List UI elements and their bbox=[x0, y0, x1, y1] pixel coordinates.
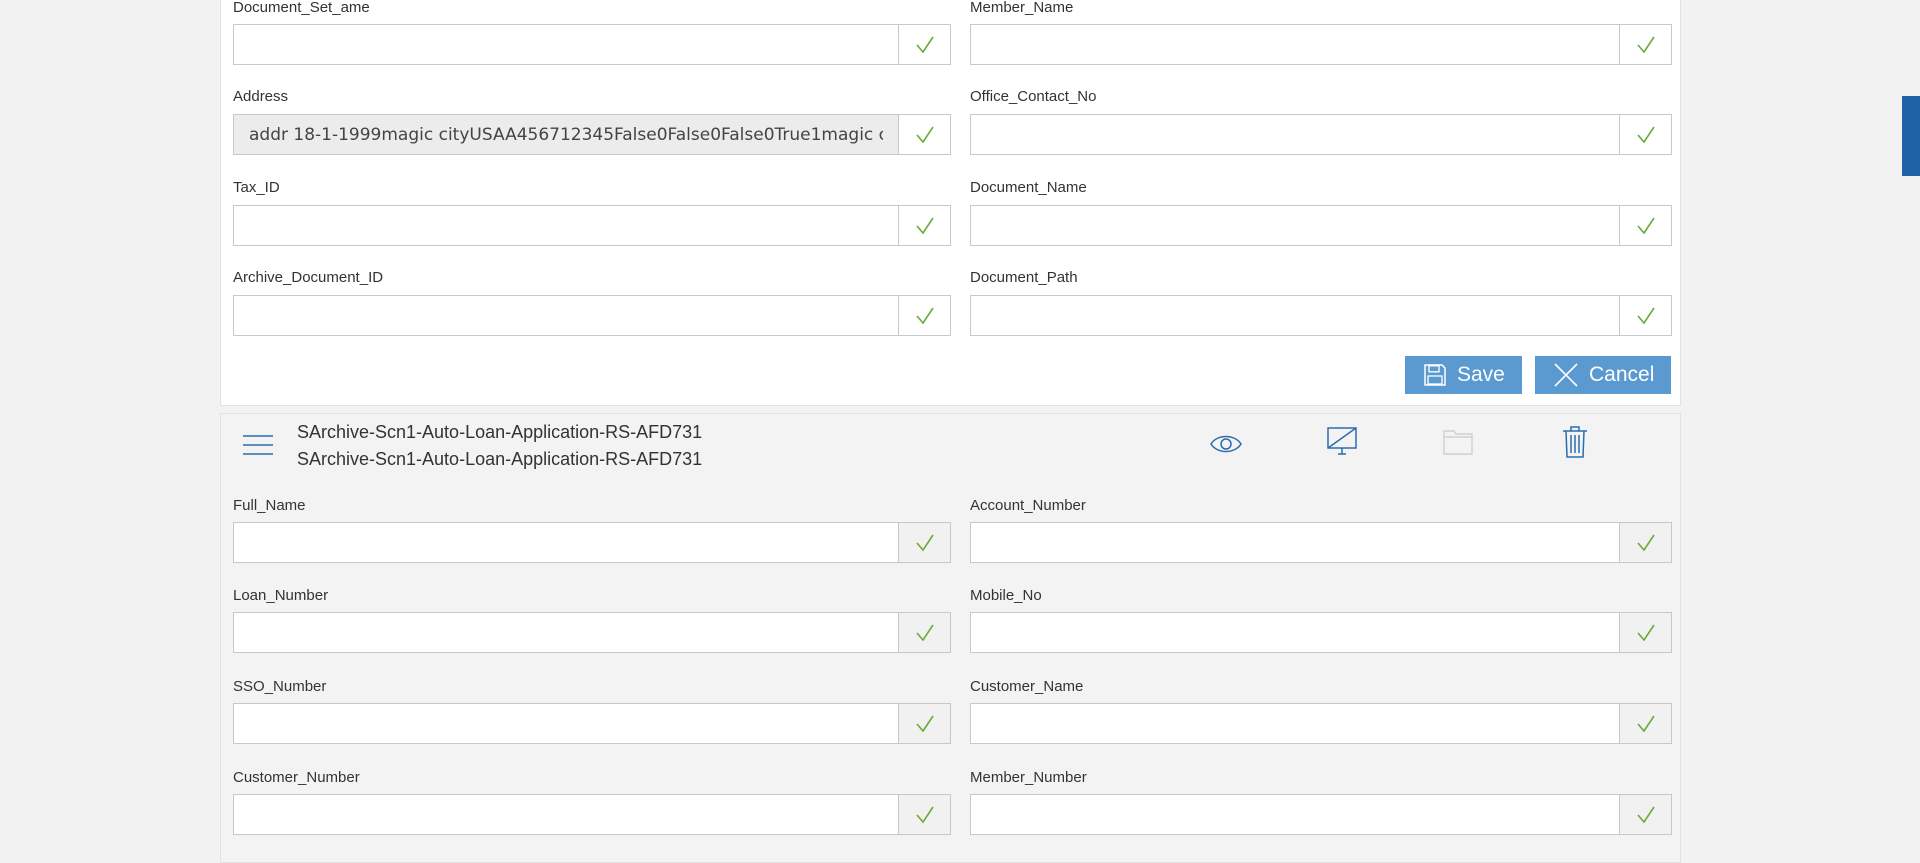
floppy-disk-icon bbox=[1424, 364, 1446, 386]
tax-id-field bbox=[233, 205, 951, 246]
document-item-panel: SArchive-Scn1-Auto-Loan-Application-RS-A… bbox=[220, 413, 1681, 863]
customer-number-field bbox=[233, 794, 951, 835]
checkmark-icon bbox=[915, 715, 934, 732]
field-label: Document_Path bbox=[970, 269, 1078, 286]
customer-name-field bbox=[970, 703, 1672, 744]
account-number-field bbox=[970, 522, 1672, 563]
field-label: Loan_Number bbox=[233, 587, 329, 604]
member-number-input[interactable] bbox=[971, 795, 1619, 834]
checkmark-icon bbox=[915, 534, 934, 551]
checkmark-icon bbox=[1636, 624, 1655, 641]
checkmark-icon bbox=[915, 624, 934, 641]
mobile-no-field bbox=[970, 612, 1672, 653]
document-path-field bbox=[970, 295, 1672, 336]
full-name-input[interactable] bbox=[234, 523, 898, 562]
office-contact-no-input[interactable] bbox=[971, 115, 1619, 154]
edit-form-panel: Document_Set_ame Member_Name Address Off… bbox=[220, 0, 1681, 406]
account-number-input[interactable] bbox=[971, 523, 1619, 562]
office-contact-no-field bbox=[970, 114, 1672, 155]
loan-number-input[interactable] bbox=[234, 613, 898, 652]
field-label: Document_Set_ame bbox=[233, 0, 370, 16]
confirm-check-button[interactable] bbox=[898, 523, 950, 562]
checkmark-icon bbox=[1636, 126, 1655, 143]
field-label: Tax_ID bbox=[233, 179, 280, 196]
field-label: Full_Name bbox=[233, 497, 306, 514]
sso-number-field bbox=[233, 703, 951, 744]
field-label: Customer_Number bbox=[233, 769, 360, 786]
confirm-check-button[interactable] bbox=[898, 296, 950, 335]
checkmark-icon bbox=[915, 217, 934, 234]
field-label: Office_Contact_No bbox=[970, 88, 1097, 105]
checkmark-icon bbox=[915, 36, 934, 53]
confirm-check-button[interactable] bbox=[898, 115, 950, 154]
document-name-field bbox=[970, 205, 1672, 246]
field-label: Member_Number bbox=[970, 769, 1087, 786]
member-number-field bbox=[970, 794, 1672, 835]
close-icon bbox=[1554, 363, 1578, 387]
confirm-check-button[interactable] bbox=[1619, 613, 1671, 652]
document-path-input[interactable] bbox=[971, 296, 1619, 335]
document-set-name-field bbox=[233, 24, 951, 65]
checkmark-icon bbox=[1636, 217, 1655, 234]
tax-id-input[interactable] bbox=[234, 206, 898, 245]
document-title-line1: SArchive-Scn1-Auto-Loan-Application-RS-A… bbox=[297, 422, 703, 442]
archive-document-id-input[interactable] bbox=[234, 296, 898, 335]
confirm-check-button[interactable] bbox=[1619, 523, 1671, 562]
member-name-field bbox=[970, 24, 1672, 65]
customer-number-input[interactable] bbox=[234, 795, 898, 834]
confirm-check-button[interactable] bbox=[1619, 25, 1671, 64]
side-panel-tab[interactable] bbox=[1902, 96, 1920, 176]
save-button-label: Save bbox=[1457, 363, 1505, 386]
checkmark-icon bbox=[1636, 806, 1655, 823]
checkmark-icon bbox=[1636, 36, 1655, 53]
address-input[interactable] bbox=[234, 115, 898, 154]
confirm-check-button[interactable] bbox=[1619, 296, 1671, 335]
confirm-check-button[interactable] bbox=[1619, 115, 1671, 154]
checkmark-icon bbox=[915, 806, 934, 823]
view-icon[interactable] bbox=[1209, 432, 1243, 456]
checkmark-icon bbox=[1636, 715, 1655, 732]
checkmark-icon bbox=[1636, 534, 1655, 551]
checkmark-icon bbox=[915, 126, 934, 143]
confirm-check-button[interactable] bbox=[1619, 704, 1671, 743]
loan-number-field bbox=[233, 612, 951, 653]
full-name-field bbox=[233, 522, 951, 563]
cancel-button-label: Cancel bbox=[1589, 363, 1655, 386]
confirm-check-button[interactable] bbox=[898, 613, 950, 652]
address-field bbox=[233, 114, 951, 155]
confirm-check-button[interactable] bbox=[1619, 206, 1671, 245]
field-label: SSO_Number bbox=[233, 678, 327, 695]
hamburger-menu-icon[interactable] bbox=[242, 433, 274, 457]
confirm-check-button[interactable] bbox=[898, 795, 950, 834]
save-button[interactable]: Save bbox=[1405, 356, 1522, 394]
trash-icon[interactable] bbox=[1561, 425, 1589, 459]
mobile-no-input[interactable] bbox=[971, 613, 1619, 652]
monitor-off-icon[interactable] bbox=[1326, 426, 1358, 458]
document-title-line2: SArchive-Scn1-Auto-Loan-Application-RS-A… bbox=[297, 449, 703, 469]
confirm-check-button[interactable] bbox=[1619, 795, 1671, 834]
field-label: Mobile_No bbox=[970, 587, 1042, 604]
document-set-name-input[interactable] bbox=[234, 25, 898, 64]
field-label: Account_Number bbox=[970, 497, 1086, 514]
field-label: Address bbox=[233, 88, 289, 105]
customer-name-input[interactable] bbox=[971, 704, 1619, 743]
sso-number-input[interactable] bbox=[234, 704, 898, 743]
confirm-check-button[interactable] bbox=[898, 704, 950, 743]
folder-icon bbox=[1443, 430, 1473, 455]
field-label: Document_Name bbox=[970, 179, 1087, 196]
checkmark-icon bbox=[1636, 307, 1655, 324]
field-label: Member_Name bbox=[970, 0, 1074, 16]
member-name-input[interactable] bbox=[971, 25, 1619, 64]
confirm-check-button[interactable] bbox=[898, 206, 950, 245]
field-label: Archive_Document_ID bbox=[233, 269, 384, 286]
document-name-input[interactable] bbox=[971, 206, 1619, 245]
confirm-check-button[interactable] bbox=[898, 25, 950, 64]
archive-document-id-field bbox=[233, 295, 951, 336]
checkmark-icon bbox=[915, 307, 934, 324]
cancel-button[interactable]: Cancel bbox=[1535, 356, 1671, 394]
field-label: Customer_Name bbox=[970, 678, 1084, 695]
